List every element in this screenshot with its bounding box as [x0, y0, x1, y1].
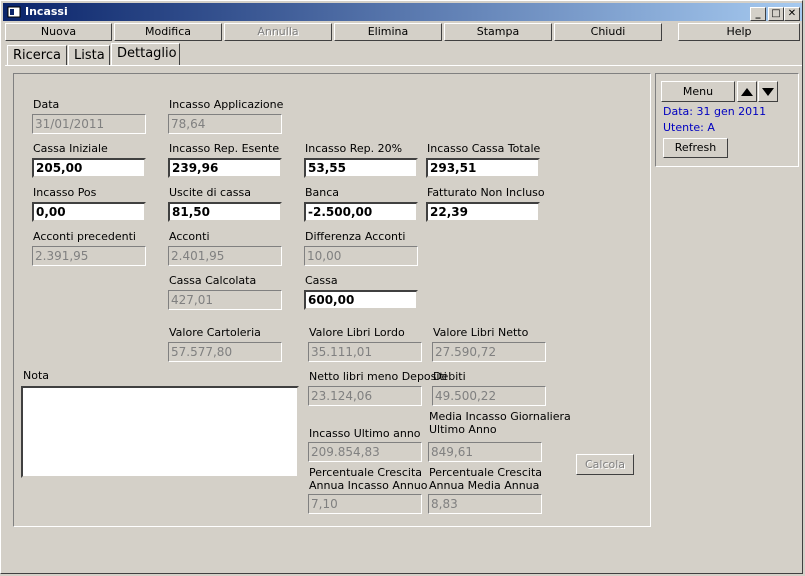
chiudi-button[interactable]: Chiudi — [554, 23, 662, 41]
cassa-calcolata-field: 427,01 — [168, 290, 282, 310]
incasso-applicazione-label: Incasso Applicazione — [169, 98, 284, 111]
cassa-label: Cassa — [305, 274, 338, 287]
perc-crescita-media-label-1: Percentuale Crescita — [429, 466, 543, 479]
incasso-pos-field[interactable]: 0,00 — [32, 202, 146, 222]
help-button[interactable]: Help — [678, 23, 800, 41]
debiti-label: Debiti — [433, 370, 466, 383]
incasso-rep-20-field[interactable]: 53,55 — [304, 158, 418, 178]
valore-libri-netto-label: Valore Libri Netto — [433, 326, 529, 339]
fatturato-non-incluso-field[interactable]: 22,39 — [426, 202, 540, 222]
tab-lista[interactable]: Lista — [68, 45, 110, 65]
netto-libri-label: Netto libri meno Depositi — [309, 370, 447, 383]
incasso-applicazione-field: 78,64 — [168, 114, 282, 134]
tab-ricerca[interactable]: Ricerca — [7, 45, 67, 65]
annulla-button[interactable]: Annulla — [224, 23, 332, 41]
minimize-button[interactable]: _ — [750, 7, 766, 21]
cassa-iniziale-label: Cassa Iniziale — [33, 142, 108, 155]
modifica-button[interactable]: Modifica — [114, 23, 222, 41]
valore-libri-lordo-field: 35.111,01 — [308, 342, 422, 362]
cassa-field[interactable]: 600,00 — [304, 290, 418, 310]
perc-crescita-incasso-label-2: Annua Incasso Annuo — [309, 479, 428, 492]
valore-cartoleria-field: 57.577,80 — [168, 342, 282, 362]
stampa-button[interactable]: Stampa — [444, 23, 552, 41]
tab-divider — [5, 65, 802, 66]
banca-label: Banca — [305, 186, 340, 199]
current-date-text: Data: 31 gen 2011 — [663, 105, 767, 118]
cassa-iniziale-field[interactable]: 205,00 — [32, 158, 146, 178]
acconti-label: Acconti — [169, 230, 210, 243]
refresh-button[interactable]: Refresh — [663, 138, 728, 158]
incasso-rep-20-label: Incasso Rep. 20% — [305, 142, 403, 155]
uscite-di-cassa-field[interactable]: 81,50 — [168, 202, 282, 222]
data-field: 31/01/2011 — [32, 114, 146, 134]
perc-crescita-incasso-label-1: Percentuale Crescita — [309, 466, 423, 479]
current-user-text: Utente: A — [663, 121, 715, 134]
app-window: Incassi _ □ ✕ Nuova Modifica Annulla Eli… — [0, 0, 803, 574]
acconti-field: 2.401,95 — [168, 246, 282, 266]
media-incasso-field: 849,61 — [428, 442, 542, 462]
incasso-cassa-totale-field[interactable]: 293,51 — [426, 158, 540, 178]
nota-label: Nota — [23, 369, 50, 382]
nuova-button[interactable]: Nuova — [5, 23, 112, 41]
differenza-acconti-field: 10,00 — [304, 246, 418, 266]
menu-button[interactable]: Menu — [661, 81, 735, 102]
maximize-button[interactable]: □ — [768, 7, 784, 21]
incasso-cassa-totale-label: Incasso Cassa Totale — [427, 142, 541, 155]
acconti-precedenti-label: Acconti precedenti — [33, 230, 136, 243]
valore-libri-netto-field: 27.590,72 — [432, 342, 546, 362]
incasso-ultimo-anno-label: Incasso Ultimo anno — [309, 427, 421, 440]
perc-crescita-media-label-2: Annua Media Annua — [429, 479, 540, 492]
triangle-up-icon — [741, 88, 753, 96]
valore-cartoleria-label: Valore Cartoleria — [169, 326, 261, 339]
close-button[interactable]: ✕ — [784, 7, 800, 21]
cassa-calcolata-label: Cassa Calcolata — [169, 274, 257, 287]
toolbar: Nuova Modifica Annulla Elimina Stampa Ch… — [1, 23, 805, 43]
up-arrow-button[interactable] — [737, 81, 757, 102]
perc-crescita-incasso-field: 7,10 — [308, 494, 422, 514]
incasso-pos-label: Incasso Pos — [33, 186, 97, 199]
media-incasso-label-1: Media Incasso Giornaliera — [429, 410, 571, 423]
incasso-rep-esente-field[interactable]: 239,96 — [168, 158, 282, 178]
acconti-precedenti-field: 2.391,95 — [32, 246, 146, 266]
data-label: Data — [33, 98, 60, 111]
tab-dettaglio[interactable]: Dettaglio — [111, 43, 180, 65]
elimina-button[interactable]: Elimina — [334, 23, 442, 41]
down-arrow-button[interactable] — [758, 81, 778, 102]
perc-crescita-media-field: 8,83 — [428, 494, 542, 514]
valore-libri-lordo-label: Valore Libri Lordo — [309, 326, 405, 339]
incasso-rep-esente-label: Incasso Rep. Esente — [169, 142, 280, 155]
debiti-field: 49.500,22 — [432, 386, 546, 406]
incasso-ultimo-anno-field: 209.854,83 — [308, 442, 422, 462]
triangle-down-icon — [762, 88, 774, 96]
banca-field[interactable]: -2.500,00 — [304, 202, 418, 222]
nota-textarea[interactable] — [21, 386, 299, 478]
media-incasso-label-2: Ultimo Anno — [429, 423, 497, 436]
differenza-acconti-label: Differenza Acconti — [305, 230, 406, 243]
window-title: Incassi — [25, 5, 68, 18]
title-bar: Incassi _ □ ✕ — [3, 3, 802, 21]
app-icon — [7, 6, 21, 18]
netto-libri-field: 23.124,06 — [308, 386, 422, 406]
uscite-di-cassa-label: Uscite di cassa — [169, 186, 251, 199]
fatturato-non-incluso-label: Fatturato Non Incluso — [427, 186, 545, 199]
calcola-button[interactable]: Calcola — [576, 454, 634, 475]
